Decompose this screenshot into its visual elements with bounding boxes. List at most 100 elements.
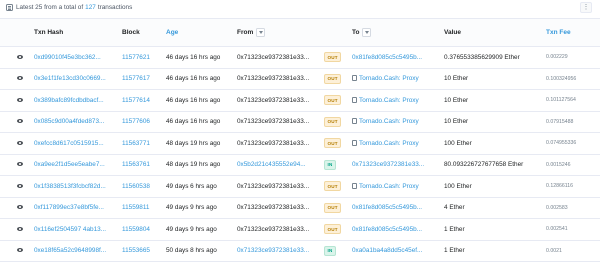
table-row: 0xd99010f45e3bc362... 11577621 46 days 1… [0,47,600,69]
from-address: 0x71323ce9372381e33... [237,225,310,233]
to-address-link[interactable]: Tornado.Cash: Proxy [359,97,419,104]
txn-hash-link[interactable]: 0x085c9d00a4fded873... [34,118,104,125]
txn-hash-cell: 0x1f3838513f3fcbcf82d... [34,176,122,198]
eye-icon[interactable] [17,76,23,81]
summary-suffix: transactions [97,3,133,11]
preview-cell [0,133,34,155]
value-cell: 80.093226727677658 Ether [444,161,524,169]
txn-hash-link[interactable]: 0xefcc8d617c0515915... [34,140,104,147]
eye-icon[interactable] [17,226,23,231]
block-link[interactable]: 11559811 [122,204,149,211]
preview-cell [0,90,34,112]
txn-fee-cell: 0.100324956 [546,75,577,82]
block-link[interactable]: 11577617 [122,75,150,82]
to-address-link[interactable]: 0x71323ce9372381e33... [352,161,424,168]
txn-hash-link[interactable]: 0x116ef2504597 4ab13... [34,226,106,233]
eye-icon[interactable] [17,248,23,253]
direction-cell: OUT [324,197,352,219]
block-link[interactable]: 11563771 [122,140,150,147]
block-cell: 11577606 [122,111,166,133]
block-cell: 11559811 [122,197,166,219]
kebab-menu-icon: ⋮ [582,4,590,11]
txn-hash-link[interactable]: 0xe18f65a52c9648998f... [34,247,106,254]
eye-icon[interactable] [17,119,23,124]
to-address-link[interactable]: 0xa0a1ba4a8dd5c45ef... [352,247,422,254]
header-block: Block [122,29,140,36]
txn-hash-link[interactable]: 0x3e1f1fe13cd30c0669... [34,75,106,82]
block-link[interactable]: 11577621 [122,54,150,61]
eye-icon[interactable] [17,140,23,145]
filter-icon[interactable] [256,28,266,37]
direction-cell: OUT [324,47,352,69]
eye-icon[interactable] [17,183,23,188]
txn-fee-cell: 0.074955336 [546,140,577,147]
txn-fee-cell: 0.002583 [546,204,568,211]
direction-badge: IN [324,159,336,170]
filter-icon[interactable] [362,28,372,37]
from-address[interactable]: 0x71323ce9372381e33... [237,247,309,254]
block-link[interactable]: 11559804 [122,226,150,233]
table-row: 0xa9ee2f1d5ee5eabe7... 11563761 48 days … [0,154,600,176]
header-txn-fee[interactable]: Txn Fee [546,19,600,47]
to-cell: 0x81fe8d085c5c5495b... [352,197,444,219]
block-link[interactable]: 11553665 [122,247,150,254]
from-cell: 0x71323ce9372381e33... [237,111,324,133]
to-address-link[interactable]: Tornado.Cash: Proxy [359,183,419,190]
txn-hash-link[interactable]: 0x389bafc89fcdbdbacf... [34,97,104,104]
block-cell: 11577614 [122,90,166,112]
block-link[interactable]: 11563761 [122,161,150,168]
from-cell: 0x71323ce9372381e33... [237,219,324,241]
txn-fee-cell: 0.0021 [546,247,562,254]
header-age[interactable]: Age [166,19,237,47]
age-cell: 48 days 19 hrs ago [166,139,221,147]
table-row: 0x116ef2504597 4ab13... 11559804 49 days… [0,219,600,241]
to-address-link[interactable]: 0x81fe8d085c5c5495b... [352,226,422,233]
direction-cell: IN [324,240,352,262]
to-cell: Tornado.Cash: Proxy [352,176,444,198]
value-cell: 4 Ether [444,204,465,212]
direction-badge: OUT [324,181,342,192]
direction-badge: OUT [324,224,342,235]
txn-hash-link[interactable]: 0xf117899ec37e8bf5fe... [34,204,104,211]
preview-cell [0,219,34,241]
table-row: 0x3e1f1fe13cd30c0669... 11577617 46 days… [0,68,600,90]
to-address-link[interactable]: Tornado.Cash: Proxy [359,140,419,147]
preview-cell [0,176,34,198]
direction-cell: OUT [324,90,352,112]
age-cell: 46 days 16 hrs ago [166,75,221,83]
preview-cell [0,240,34,262]
from-cell: 0x71323ce9372381e33... [237,176,324,198]
to-cell: 0x71323ce9372381e33... [352,154,444,176]
txn-hash-cell: 0xe18f65a52c9648998f... [34,240,122,262]
preview-cell [0,68,34,90]
eye-icon[interactable] [17,162,23,167]
txn-hash-link[interactable]: 0xd99010f45e3bc362... [34,54,101,61]
to-address-link[interactable]: Tornado.Cash: Proxy [359,118,419,125]
eye-icon[interactable] [17,54,23,59]
eye-icon[interactable] [17,97,23,102]
from-cell: 0x71323ce9372381e33... [237,90,324,112]
txn-hash-link[interactable]: 0xa9ee2f1d5ee5eabe7... [34,161,105,168]
block-link[interactable]: 11560538 [122,183,150,190]
age-cell: 50 days 8 hrs ago [166,247,217,255]
block-link[interactable]: 11577606 [122,118,150,125]
value-cell: 10 Ether [444,75,469,83]
age-cell: 49 days 9 hrs ago [166,225,217,233]
total-count-link[interactable]: 127 [85,4,96,11]
block-link[interactable]: 11577614 [122,97,150,104]
more-options-button[interactable]: ⋮ [580,2,592,13]
from-cell: 0x5b2d21c435552e94... [237,154,324,176]
to-address-link[interactable]: 0x81fe8d085c5c5495b... [352,54,422,61]
eye-icon[interactable] [17,205,23,210]
direction-cell: OUT [324,133,352,155]
txn-hash-link[interactable]: 0x1f3838513f3fcbcf82d... [34,183,106,190]
direction-badge: OUT [324,138,342,149]
direction-badge: OUT [324,73,342,84]
from-address: 0x71323ce9372381e33... [237,96,310,104]
txn-hash-cell: 0xefcc8d617c0515915... [34,133,122,155]
to-address-link[interactable]: 0x81fe8d085c5c5495b... [352,204,422,211]
from-address[interactable]: 0x5b2d21c435552e94... [237,161,306,168]
to-address-link[interactable]: Tornado.Cash: Proxy [359,75,419,82]
table-row: 0xefcc8d617c0515915... 11563771 48 days … [0,133,600,155]
contract-file-icon [352,182,357,189]
